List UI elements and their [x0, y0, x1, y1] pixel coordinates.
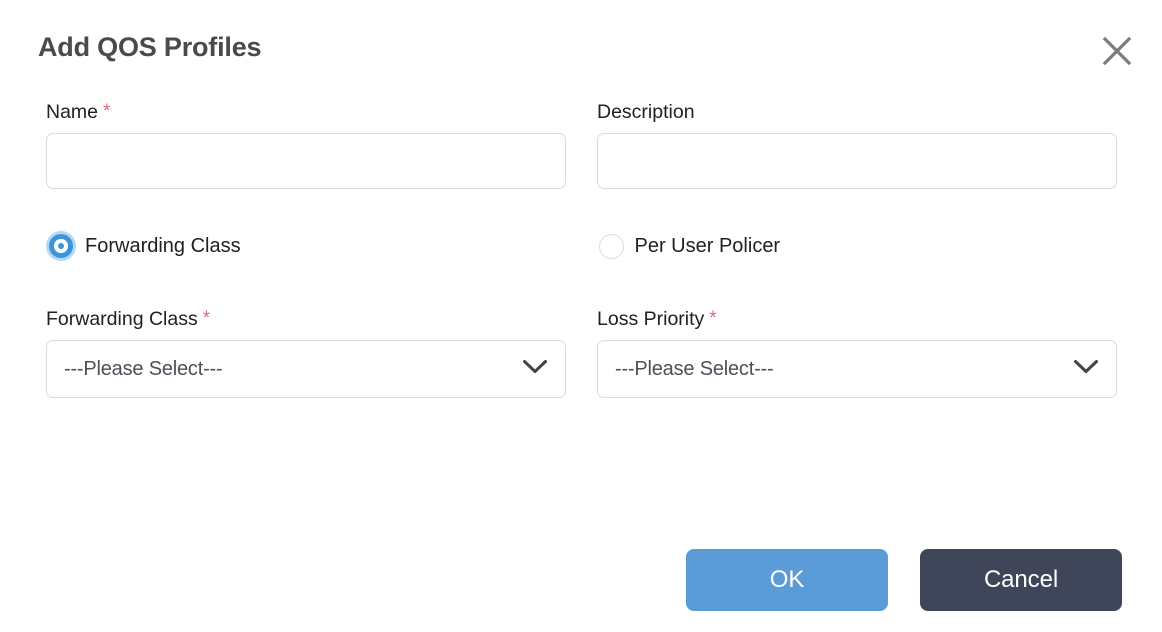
field-group-description: Description	[597, 100, 1117, 189]
required-indicator: *	[202, 308, 211, 329]
loss-priority-select[interactable]: ---Please Select---	[597, 340, 1117, 398]
dialog-header: Add QOS Profiles	[0, 0, 1162, 100]
field-group-name: Name *	[46, 100, 566, 189]
dialog-body: Name * Description Forwarding Class Per U…	[0, 100, 1162, 398]
description-label: Description	[597, 100, 1117, 124]
radio-per-user-policer[interactable]: Per User Policer	[597, 231, 1117, 261]
form-row-mode-radios: Forwarding Class Per User Policer	[0, 231, 1162, 261]
description-label-text: Description	[597, 101, 695, 123]
field-group-forwarding-class: Forwarding Class * ---Please Select---	[46, 307, 566, 398]
page-title: Add QOS Profiles	[38, 32, 262, 62]
loss-priority-label: Loss Priority *	[597, 307, 1117, 331]
forwarding-class-label-text: Forwarding Class	[46, 308, 198, 330]
forwarding-class-selected-value: ---Please Select---	[64, 357, 223, 380]
form-row-name-description: Name * Description	[0, 100, 1162, 189]
add-qos-profiles-dialog: Add QOS Profiles Name * Description Forw…	[0, 0, 1162, 632]
required-indicator: *	[103, 101, 111, 122]
radio-unselected-icon	[598, 233, 624, 259]
radio-forwarding-class-label: Forwarding Class	[85, 234, 241, 257]
name-label-text: Name	[46, 101, 99, 123]
loss-priority-label-text: Loss Priority	[597, 308, 705, 330]
radio-per-user-policer-label: Per User Policer	[634, 234, 781, 257]
required-indicator: *	[709, 308, 717, 329]
name-input[interactable]	[46, 133, 566, 189]
forwarding-class-label: Forwarding Class *	[46, 307, 566, 331]
form-row-selects: Forwarding Class * ---Please Select--- Lo…	[0, 307, 1162, 398]
close-icon	[1100, 34, 1134, 68]
radio-forwarding-class[interactable]: Forwarding Class	[46, 231, 566, 261]
description-input[interactable]	[597, 133, 1117, 189]
field-group-loss-priority: Loss Priority * ---Please Select---	[597, 307, 1117, 398]
forwarding-class-select[interactable]: ---Please Select---	[46, 340, 566, 398]
forwarding-class-select-wrap: ---Please Select---	[46, 340, 566, 398]
name-label: Name *	[46, 100, 566, 124]
loss-priority-select-wrap: ---Please Select---	[597, 340, 1117, 398]
cancel-button[interactable]: Cancel	[920, 549, 1122, 611]
close-button[interactable]	[1094, 28, 1140, 74]
ok-button[interactable]: OK	[686, 549, 888, 611]
dialog-footer: OK Cancel	[0, 528, 1162, 632]
radio-selected-icon	[46, 231, 76, 261]
loss-priority-selected-value: ---Please Select---	[615, 357, 774, 380]
